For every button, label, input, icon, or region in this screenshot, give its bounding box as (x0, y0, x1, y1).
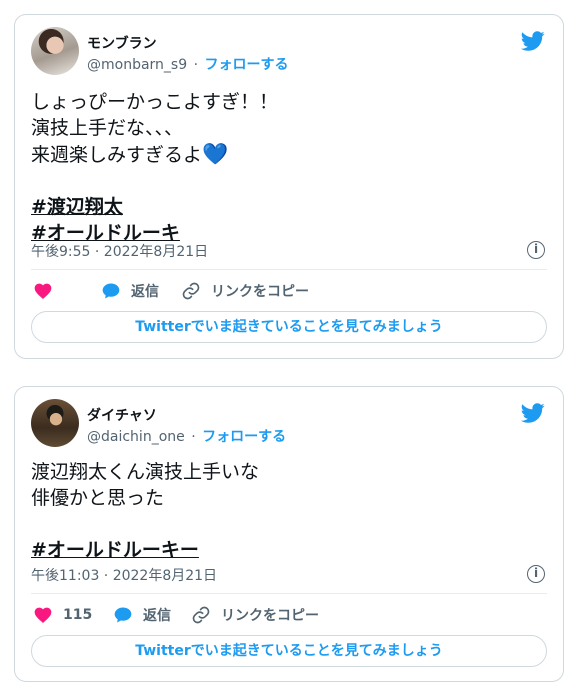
hashtag-link[interactable]: #オールドルーキー (31, 537, 259, 563)
divider (31, 593, 547, 594)
avatar[interactable] (31, 399, 79, 447)
twitter-bird-icon[interactable] (521, 401, 545, 425)
user-handle[interactable]: @monbarn_s9 (87, 57, 187, 73)
timestamp[interactable]: 午後9:55 · 2022年8月21日 (31, 241, 208, 261)
blue-heart-emoji: 💙 (202, 142, 229, 166)
copy-link-button[interactable]: リンクをコピー (181, 279, 309, 303)
speech-bubble-icon (102, 283, 120, 299)
tweet-line-text: 来週楽しみすぎるよ (31, 144, 203, 166)
tweet-text: しょっぴーかっこよすぎ！！ 演技上手だな、、、 来週楽しみすぎるよ💙 #渡辺翔太… (31, 89, 278, 246)
reply-label: 返信 (131, 284, 159, 300)
action-bar: 返信 リンクをコピー (31, 279, 547, 303)
like-button[interactable] (33, 279, 63, 303)
hashtag-link[interactable]: #渡辺翔太 (31, 194, 278, 220)
display-name[interactable]: ダイチャソ (87, 405, 157, 425)
link-icon (182, 282, 200, 300)
twitter-bird-icon[interactable] (521, 29, 545, 53)
like-count: 115 (63, 607, 93, 623)
separator-dot: · (191, 429, 196, 445)
user-handle[interactable]: @daichin_one (87, 429, 185, 445)
heart-icon (34, 607, 52, 623)
tweet-line: しょっぴーかっこよすぎ！！ (31, 91, 279, 113)
copy-link-label: リンクをコピー (221, 608, 319, 624)
link-icon (192, 606, 210, 624)
handle-row: @monbarn_s9 · フォローする (87, 54, 289, 74)
tweet-card: モンブラン @monbarn_s9 · フォローする しょっぴーかっこよすぎ！！… (14, 14, 564, 359)
tweet-line: 演技上手だな、、、 (31, 117, 184, 139)
timestamp[interactable]: 午後11:03 · 2022年8月21日 (31, 565, 217, 585)
copy-link-button[interactable]: リンクをコピー (191, 603, 319, 627)
handle-row: @daichin_one · フォローする (87, 426, 286, 446)
tweet-line: 来週楽しみすぎるよ💙 (31, 141, 278, 168)
separator-dot: · (193, 57, 199, 73)
tweet-text: 渡辺翔太くん演技上手いな 俳優かと思った #オールドルーキー (31, 459, 259, 563)
like-button[interactable]: 115 (33, 603, 92, 627)
heart-icon (34, 283, 52, 299)
tweet-card: ダイチャソ @daichin_one · フォローする 渡辺翔太くん演技上手いな… (14, 386, 564, 682)
tweet-line: 渡辺翔太くん演技上手いな (31, 461, 260, 483)
reply-button[interactable]: 返信 (113, 603, 171, 627)
reply-label: 返信 (143, 608, 171, 624)
copy-link-label: リンクをコピー (211, 284, 309, 300)
divider (31, 269, 547, 270)
reply-button[interactable]: 返信 (101, 279, 159, 303)
follow-button[interactable]: フォローする (202, 429, 286, 445)
info-icon[interactable]: i (527, 565, 545, 583)
info-icon[interactable]: i (527, 241, 545, 259)
see-whats-happening-button[interactable]: Twitterでいま起きていることを見てみましょう (31, 635, 547, 667)
speech-bubble-icon (114, 607, 132, 623)
avatar[interactable] (31, 27, 79, 75)
display-name[interactable]: モンブラン (87, 33, 157, 53)
see-whats-happening-button[interactable]: Twitterでいま起きていることを見てみましょう (31, 311, 547, 343)
follow-button[interactable]: フォローする (205, 57, 289, 73)
action-bar: 115 返信 リンクをコピー (31, 603, 547, 627)
tweet-line: 俳優かと思った (31, 487, 165, 509)
